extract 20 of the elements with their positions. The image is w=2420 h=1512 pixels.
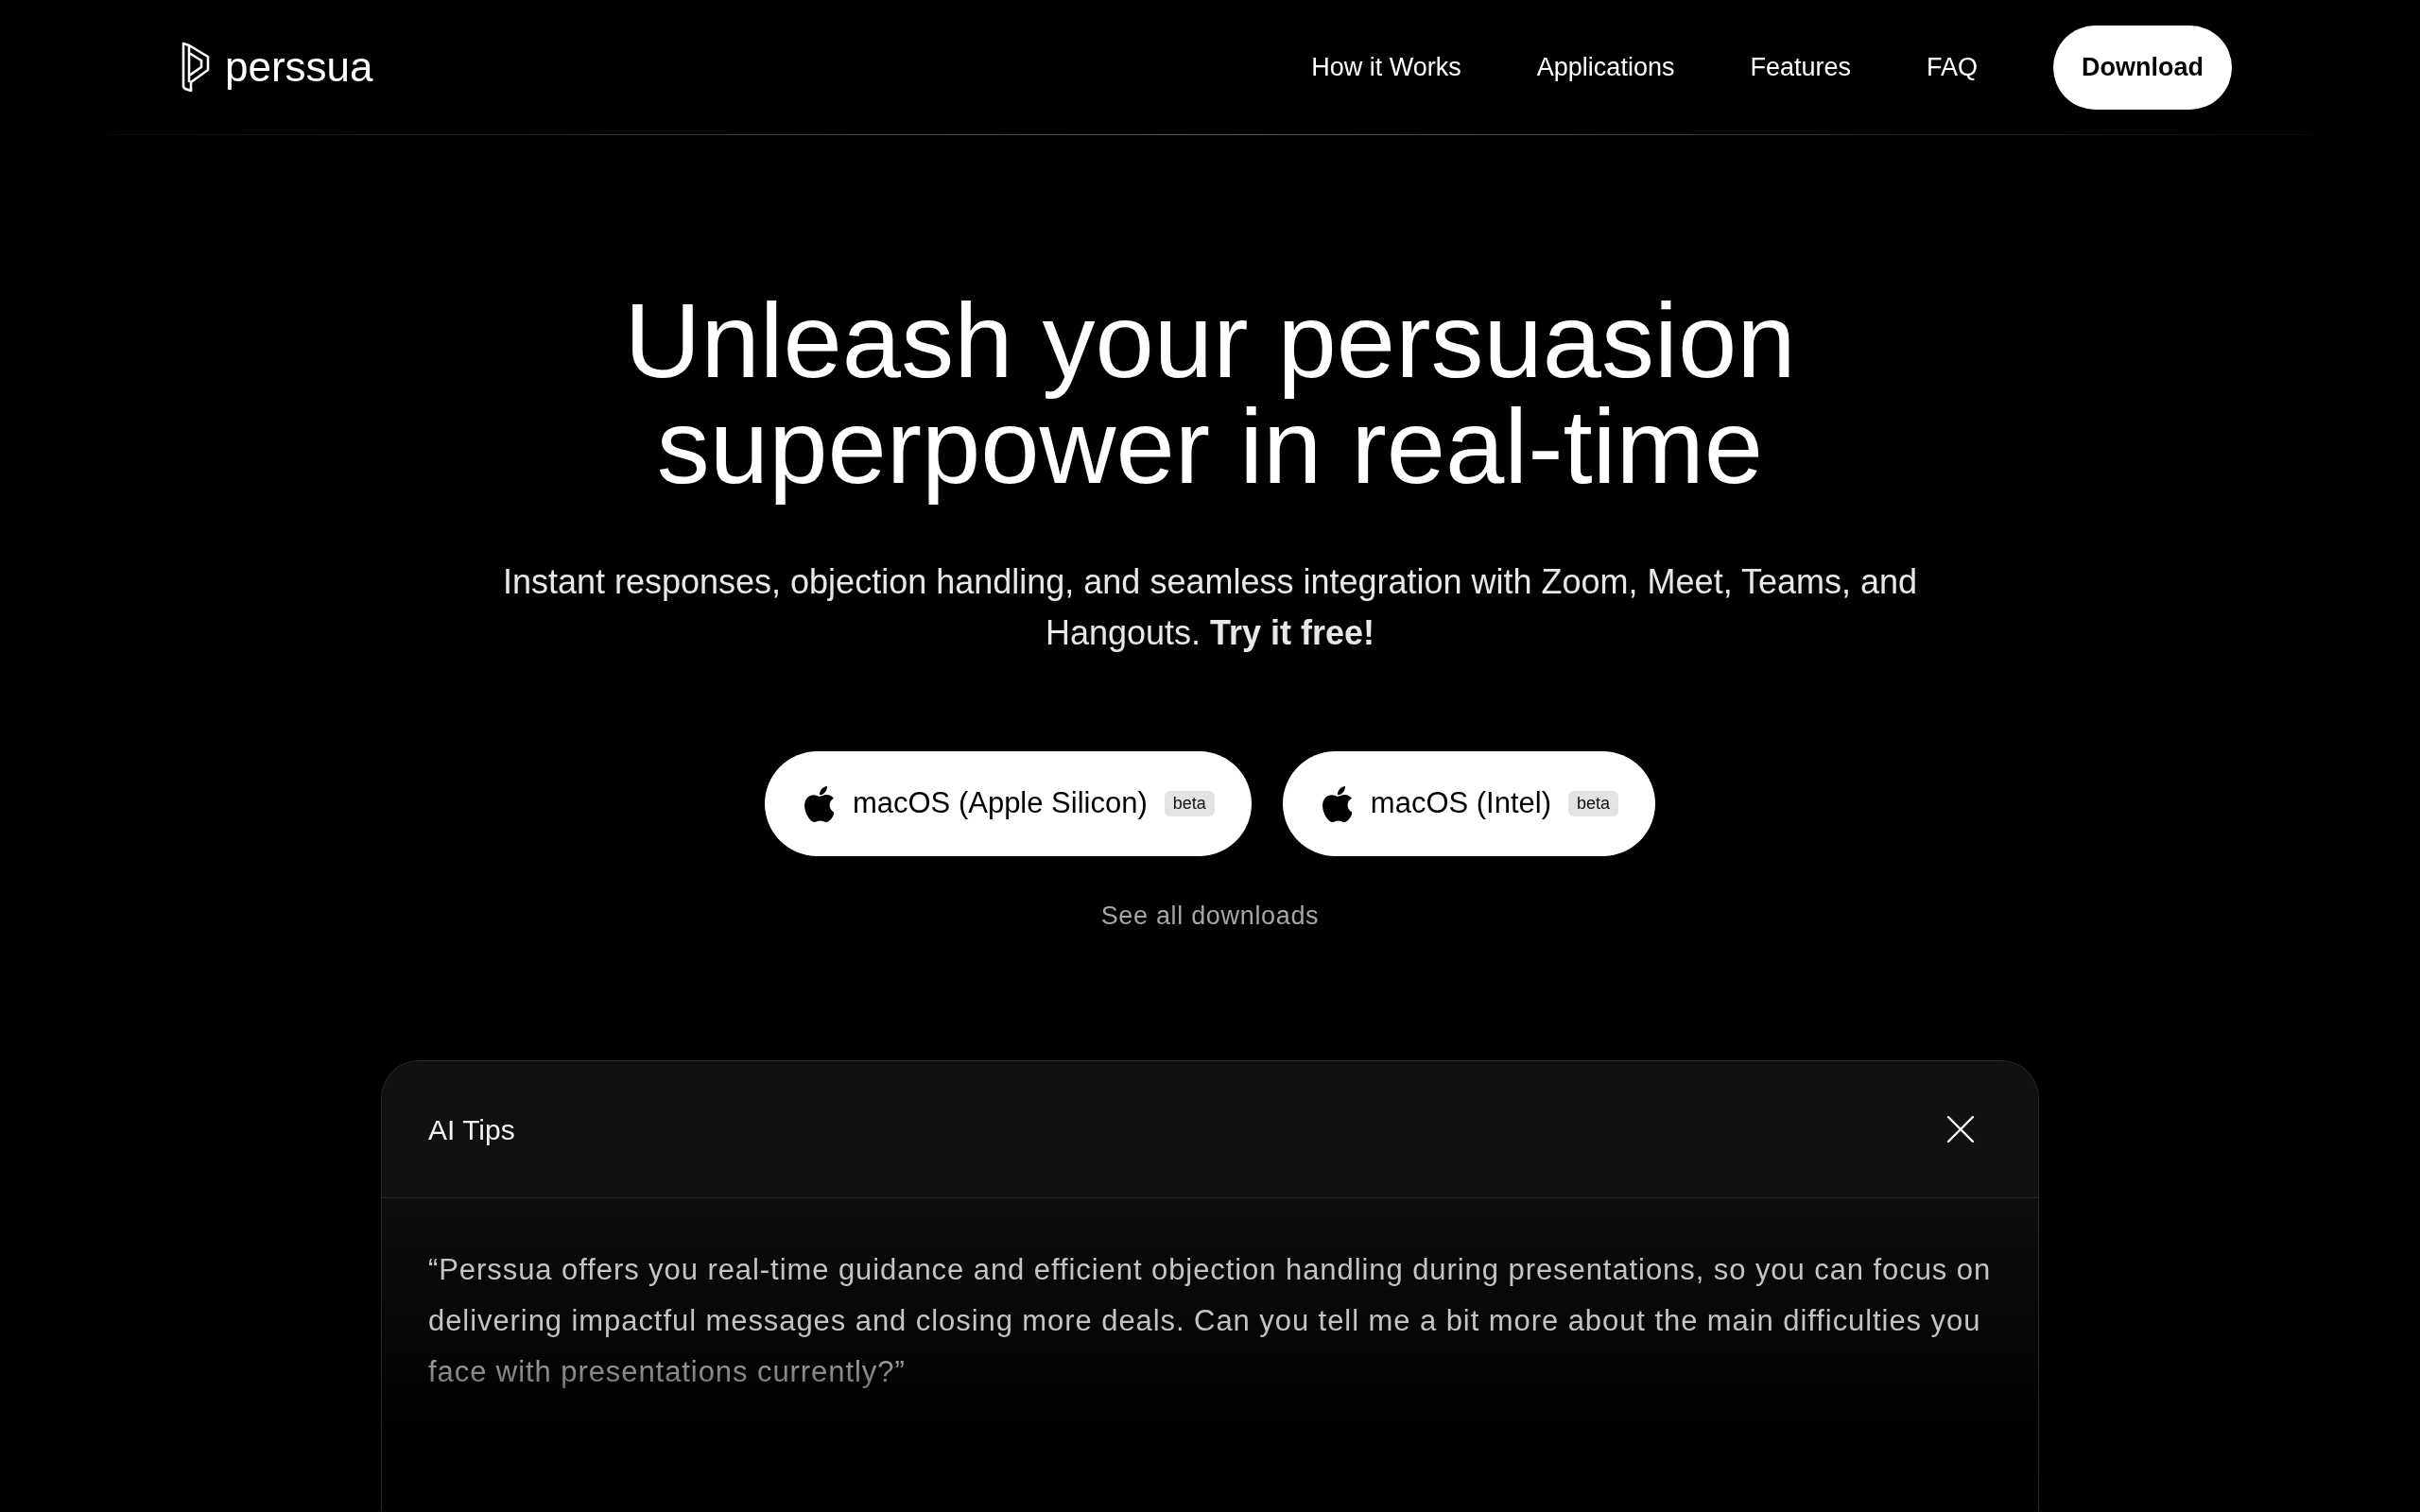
hero-subtitle: Instant responses, objection handling, and seamless integration with Zoom, Meet, Teams, and Hangouts. Try it free! xyxy=(501,561,1919,654)
apple-icon xyxy=(1322,785,1352,822)
nav-link[interactable]: How it Works xyxy=(1311,50,1461,84)
nav-link[interactable]: Applications xyxy=(1536,50,1675,84)
panel-title: AI Tips xyxy=(428,1112,515,1147)
logo-wordmark: perssua xyxy=(225,43,373,92)
all-downloads-link[interactable]: See all downloads xyxy=(1100,897,1320,935)
nav-link[interactable]: Features xyxy=(1750,50,1851,84)
beta-badge: beta xyxy=(1568,791,1619,816)
macos-download-button[interactable]: macOS (Apple Silicon) beta xyxy=(764,751,1252,856)
close-icon xyxy=(1946,1115,1975,1143)
close-button[interactable] xyxy=(1945,1114,1976,1144)
logo-icon xyxy=(182,42,210,93)
hero-heading: Unleash your persuasion superpower in real-time xyxy=(623,288,1797,507)
nav-link[interactable]: FAQ xyxy=(1927,50,1978,84)
download-button[interactable]: Download xyxy=(2053,25,2232,110)
tip-message: “Perssua offers you real-time guidance and efficient objection handling during presentations, so you can focus on delivering impactful messages and closing more deals. Can you tell me a bit more about the main difficulties you face with presentations currently?” xyxy=(428,1252,1992,1390)
apple-icon xyxy=(804,785,834,822)
macos-download-button[interactable]: macOS (Intel) beta xyxy=(1282,751,1656,856)
beta-badge: beta xyxy=(1164,791,1215,816)
